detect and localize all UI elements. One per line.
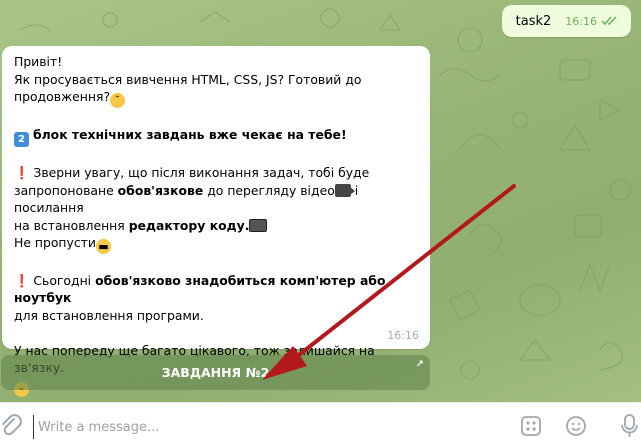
message-line: на встановлення редактору коду. (14, 217, 418, 235)
movie-camera-icon (334, 183, 355, 197)
message-input[interactable] (33, 415, 500, 439)
paperclip-icon[interactable] (0, 413, 22, 439)
block-title-line: 2 блок технічних завдань вже чекає на те… (14, 126, 418, 147)
incoming-message-time: 16:16 (387, 328, 419, 342)
message-line: для встановлення програми. (14, 307, 204, 323)
laptop-icon (249, 218, 268, 232)
message-text: запропоноване (14, 182, 118, 198)
block-title: блок технічних завдань вже чекає на тебе… (32, 126, 347, 142)
exclamation-icon: ❗ (14, 272, 30, 288)
inline-button-label: ЗАВДАННЯ №2 (161, 365, 270, 380)
message-text: Сьогодні (29, 272, 96, 288)
open-link-icon: ↗ (415, 359, 424, 370)
keycap-two-icon: 2 (14, 131, 29, 147)
message-text: Не пропусти (14, 235, 96, 250)
double-check-icon (601, 16, 617, 26)
message-line: продовження? ˘ (14, 88, 418, 108)
message-bold-text: редактору коду. (128, 217, 250, 233)
bot-commands-icon[interactable] (520, 415, 542, 437)
smile-icon[interactable] (565, 415, 587, 437)
message-line: запропоноване обов'язкове до перегляду в… (14, 182, 418, 217)
message-text: до перегляду відео (203, 182, 335, 198)
message-line: ❗ Зверни увагу, що після виконання задач… (14, 164, 418, 182)
message-bold-text: обов'язкове (117, 182, 204, 198)
wink-emoji-icon: ˘ (110, 93, 126, 108)
sunglasses-emoji-icon: ▬ (95, 239, 111, 254)
microphone-icon[interactable] (618, 413, 641, 439)
message-line: Як просувається вивчення HTML, CSS, JS? … (14, 71, 362, 87)
outgoing-message: task2 16:16 (501, 5, 631, 37)
message-text: продовження? (14, 89, 111, 104)
message-line: Не пропусти ▬ (14, 234, 418, 254)
chat-area: task2 16:16 Привіт! Як просувається вивч… (0, 0, 641, 402)
task-2-inline-button[interactable]: ЗАВДАННЯ №2 ↗ (1, 355, 430, 390)
message-composer (0, 402, 641, 448)
greeting-line: Привіт! (14, 54, 63, 69)
exclamation-icon: ❗ (14, 165, 30, 180)
outgoing-message-time: 16:16 (565, 14, 597, 28)
message-line: ❗ Сьогодні обов'язково знадобиться комп'… (14, 272, 418, 307)
outgoing-message-text: task2 (515, 13, 552, 29)
incoming-message: Привіт! Як просувається вивчення HTML, C… (2, 46, 430, 397)
message-text: Зверни увагу, що після виконання задач, … (29, 165, 370, 180)
message-text: на встановлення (14, 217, 129, 233)
